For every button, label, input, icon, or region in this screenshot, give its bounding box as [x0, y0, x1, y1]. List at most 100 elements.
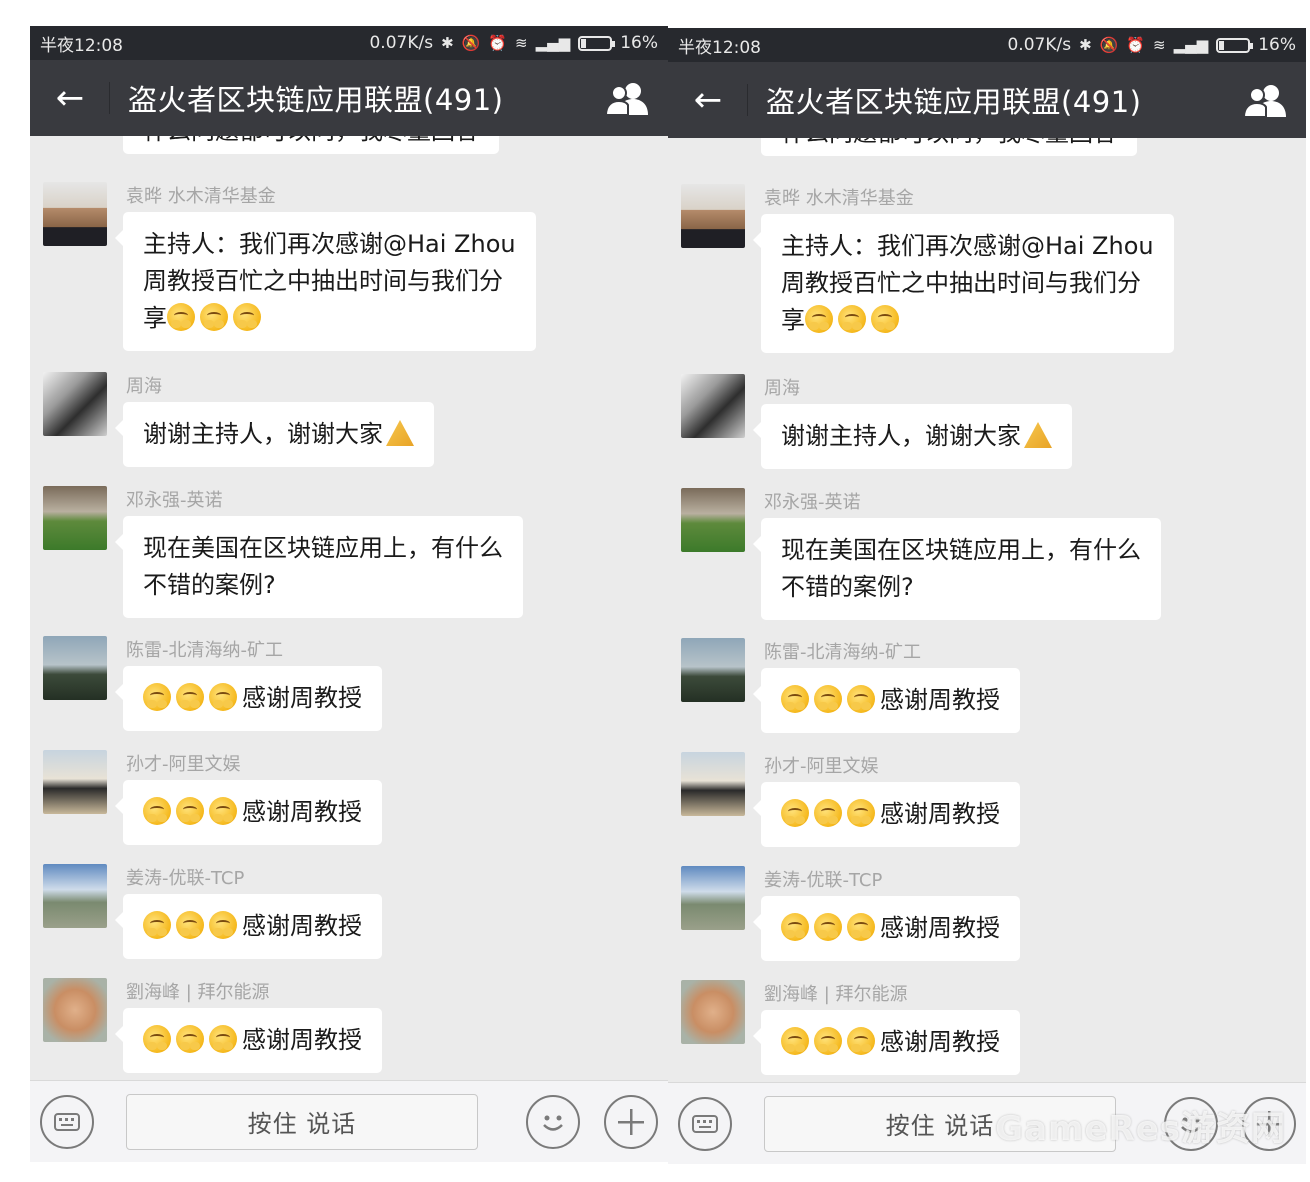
pray-emoji-icon	[781, 799, 809, 827]
pray-emoji-icon	[176, 1025, 204, 1053]
chat-messages[interactable]: 什么问题都可以问，我尽量回答袁晔 水木清华基金主持人：我们再次感谢@Hai Zh…	[668, 138, 1306, 1082]
pray-emoji-icon	[814, 799, 842, 827]
message-text: 感谢周教授	[242, 684, 362, 712]
message-bubble[interactable]: 主持人：我们再次感谢@Hai Zhou 周教授百忙之中抽出时间与我们分享	[115, 212, 536, 351]
avatar[interactable]	[681, 488, 745, 552]
sender-name: 陈雷-北清海纳-矿工	[764, 642, 921, 663]
avatar[interactable]	[681, 374, 745, 438]
pray-emoji-icon	[209, 911, 237, 939]
chat-messages[interactable]: 什么问题都可以问，我尽量回答袁晔 水木清华基金主持人：我们再次感谢@Hai Zh…	[30, 136, 668, 1080]
avatar[interactable]	[681, 866, 745, 930]
pray-emoji-icon	[814, 913, 842, 941]
title-bar: ← 盗火者区块链应用联盟(491)	[668, 62, 1306, 138]
avatar[interactable]	[43, 486, 107, 550]
phone-screenshot-left: 半夜12:08 0.07K/s ✱ 🔕 ⏰ ≋ ▂▄▆ 16% ← 盗火者区块链…	[30, 26, 668, 1162]
pray-emoji-icon	[781, 1027, 809, 1055]
avatar[interactable]	[43, 372, 107, 436]
back-button[interactable]: ←	[30, 60, 110, 136]
message-bubble[interactable]: 谢谢主持人，谢谢大家	[115, 402, 434, 467]
wifi-icon: ≋	[1153, 36, 1166, 54]
message-text: 不错的案例?	[781, 573, 914, 601]
message-line: 主持人：我们再次感谢@Hai Zhou	[143, 226, 516, 263]
message-bubble[interactable]: 谢谢主持人，谢谢大家	[753, 404, 1072, 469]
message-line: 现在美国在区块链应用上，有什么	[143, 530, 503, 567]
message-line: 什么问题都可以问，我尽量回答	[143, 136, 479, 146]
message-text: 感谢周教授	[880, 800, 1000, 828]
keyboard-toggle-button[interactable]	[678, 1096, 732, 1151]
keyboard-icon	[54, 1112, 80, 1131]
message-bubble[interactable]: 感谢周教授	[753, 782, 1020, 847]
pray-emoji-icon	[176, 683, 204, 711]
message-bubble[interactable]: 感谢周教授	[115, 780, 382, 845]
message-bubble[interactable]: 什么问题都可以问，我尽量回答	[123, 136, 499, 154]
avatar[interactable]	[681, 638, 745, 702]
pray-emoji-icon	[143, 1025, 171, 1053]
pray-emoji-icon	[233, 303, 261, 331]
avatar[interactable]	[43, 864, 107, 928]
pray-emoji-icon	[781, 685, 809, 713]
net-speed: 0.07K/s	[369, 33, 434, 53]
message-text: 什么问题都可以问，我尽量回答	[781, 138, 1117, 147]
message-bubble[interactable]: 感谢周教授	[115, 1008, 382, 1073]
message-text: 感谢周教授	[880, 914, 1000, 942]
back-button[interactable]: ←	[668, 62, 748, 138]
signal-icon: ▂▄▆	[535, 34, 571, 52]
avatar[interactable]	[43, 978, 107, 1042]
message-bubble[interactable]: 感谢周教授	[115, 666, 382, 731]
emoji-button[interactable]	[526, 1094, 580, 1149]
signal-icon: ▂▄▆	[1173, 36, 1209, 54]
pray-emoji-icon	[847, 685, 875, 713]
message-bubble[interactable]: 什么问题都可以问，我尽量回答	[761, 138, 1137, 156]
message-text: 主持人：我们再次感谢@Hai Zhou	[143, 230, 516, 258]
sender-name: 姜涛-优联-TCP	[764, 870, 883, 891]
sender-name: 孙才-阿里文娱	[764, 756, 879, 777]
pray-emoji-icon	[167, 303, 195, 331]
avatar[interactable]	[43, 750, 107, 814]
sender-name: 袁晔 水木清华基金	[126, 186, 276, 207]
avatar[interactable]	[681, 184, 745, 248]
message-text: 谢谢主持人，谢谢大家	[781, 422, 1021, 450]
pray-emoji-icon	[838, 305, 866, 333]
message-bubble[interactable]: 感谢周教授	[753, 896, 1020, 961]
avatar[interactable]	[43, 182, 107, 246]
sender-name: 姜涛-优联-TCP	[126, 868, 245, 889]
status-bar: 半夜12:08 0.07K/s ✱ 🔕 ⏰ ≋ ▂▄▆ 16%	[668, 28, 1306, 62]
message-bubble[interactable]: 感谢周教授	[753, 668, 1020, 733]
message-bubble[interactable]: 现在美国在区块链应用上，有什么 不错的案例?	[753, 518, 1161, 620]
avatar[interactable]	[43, 636, 107, 700]
battery-icon	[578, 35, 616, 51]
message-text: 感谢周教授	[880, 1028, 1000, 1056]
message-text: 享	[143, 304, 167, 332]
sender-name: 邓永强-英诺	[126, 490, 223, 511]
message-line: 谢谢主持人，谢谢大家	[781, 418, 1052, 455]
message-line: 感谢周教授	[143, 794, 362, 831]
message-line: 感谢周教授	[781, 910, 1000, 947]
message-text: 周教授百忙之中抽出时间与我们分	[781, 269, 1141, 297]
pray-emoji-icon	[847, 799, 875, 827]
group-icon	[1244, 85, 1286, 117]
avatar[interactable]	[681, 980, 745, 1044]
avatar[interactable]	[681, 752, 745, 816]
keyboard-toggle-button[interactable]	[40, 1094, 94, 1149]
message-bubble[interactable]: 现在美国在区块链应用上，有什么不错的案例?	[115, 516, 523, 618]
status-time: 半夜12:08	[40, 35, 123, 56]
sender-name: 袁晔 水木清华基金	[764, 188, 914, 209]
members-button[interactable]	[1226, 62, 1306, 138]
sender-name: 陈雷-北清海纳-矿工	[126, 640, 283, 661]
message-text: 谢谢主持人，谢谢大家	[143, 420, 383, 448]
pray-emoji-icon	[871, 305, 899, 333]
message-text: 不错的案例?	[143, 571, 276, 599]
message-bubble[interactable]: 主持人：我们再次感谢@Hai Zhou 周教授百忙之中抽出时间与我们分享	[753, 214, 1174, 353]
message-bubble[interactable]: 感谢周教授	[753, 1010, 1020, 1075]
phone-screenshot-right: 半夜12:08 0.07K/s ✱ 🔕 ⏰ ≋ ▂▄▆ 16% ← 盗火者区块链…	[668, 28, 1306, 1164]
pray-emoji-icon	[209, 797, 237, 825]
plus-button[interactable]	[604, 1094, 658, 1149]
hold-to-talk-button[interactable]: 按住 说话	[126, 1093, 478, 1150]
pray-emoji-icon	[805, 305, 833, 333]
message-text: 感谢周教授	[880, 686, 1000, 714]
message-bubble[interactable]: 感谢周教授	[115, 894, 382, 959]
message-line: 周教授百忙之中抽出时间与我们分	[781, 265, 1154, 302]
members-button[interactable]	[588, 60, 668, 136]
message-line: 主持人：我们再次感谢@Hai Zhou	[781, 228, 1154, 265]
message-text: 感谢周教授	[242, 1026, 362, 1054]
